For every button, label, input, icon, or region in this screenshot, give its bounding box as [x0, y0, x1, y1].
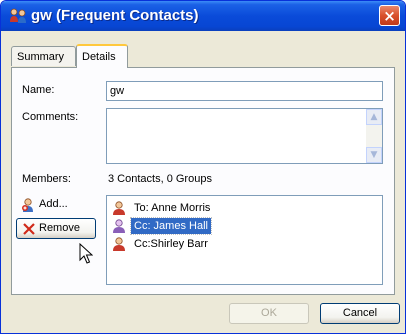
close-icon: ×: [383, 7, 396, 25]
members-summary: 3 Contacts, 0 Groups: [108, 173, 212, 185]
remove-label: Remove: [39, 222, 80, 234]
scroll-up-icon[interactable]: ▲: [366, 109, 382, 125]
remove-x-icon: [23, 223, 35, 235]
title-bar[interactable]: gw (Frequent Contacts) ×: [1, 1, 405, 31]
dialog-window: gw (Frequent Contacts) × Summary Details…: [0, 0, 406, 334]
members-list[interactable]: To: Anne Morris Cc: James Hall Cc:Shirle…: [106, 195, 383, 285]
tab-summary[interactable]: Summary: [11, 46, 76, 66]
ok-button[interactable]: OK: [229, 303, 309, 324]
cancel-button[interactable]: Cancel: [320, 303, 400, 324]
contact-person-icon: [113, 237, 125, 251]
member-name: Cc:Shirley Barr: [134, 238, 208, 250]
scroll-down-icon[interactable]: ▼: [366, 147, 382, 163]
list-item[interactable]: Cc:Shirley Barr: [109, 235, 380, 253]
add-button[interactable]: Add...: [16, 194, 86, 215]
comments-scrollbar[interactable]: ▲ ▼: [366, 109, 382, 163]
comments-label: Comments:: [22, 111, 79, 123]
details-panel: Name: gw Comments: ▲ ▼ Members: 3 Contac…: [11, 67, 395, 295]
contact-group-person-icon: [113, 219, 125, 233]
contacts-group-icon: [10, 8, 26, 23]
name-field[interactable]: gw: [106, 81, 383, 101]
list-item[interactable]: Cc: James Hall: [109, 217, 380, 235]
members-label: Members:: [22, 173, 71, 185]
member-name: To: Anne Morris: [134, 202, 211, 214]
contact-person-icon: [113, 201, 125, 215]
tab-details[interactable]: Details: [76, 44, 128, 68]
name-label: Name:: [22, 84, 55, 96]
window-title: gw (Frequent Contacts): [31, 7, 199, 24]
close-button[interactable]: ×: [379, 5, 400, 26]
mouse-pointer-icon: [79, 243, 93, 264]
remove-button[interactable]: Remove: [16, 218, 96, 239]
member-name: Cc: James Hall: [130, 217, 212, 235]
list-item[interactable]: To: Anne Morris: [109, 199, 380, 217]
add-label: Add...: [39, 198, 68, 210]
comments-field[interactable]: ▲ ▼: [106, 108, 383, 164]
add-contact-icon: [22, 198, 33, 212]
